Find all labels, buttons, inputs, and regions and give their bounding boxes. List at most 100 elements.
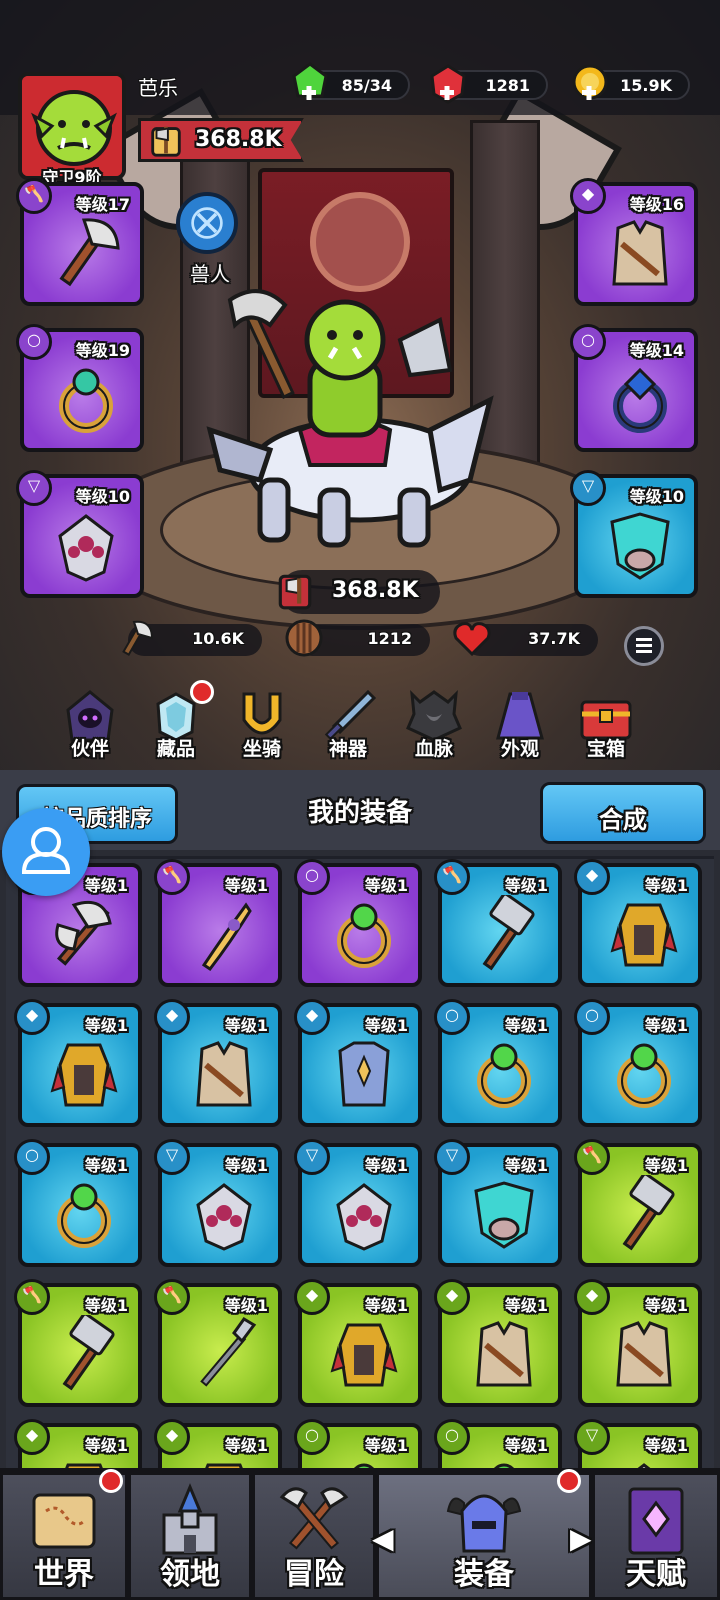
menu-appearance[interactable]: 外观	[480, 688, 560, 768]
hammer-icon	[482, 895, 535, 971]
inventory-item[interactable]: ◆ 等级1	[574, 1279, 702, 1407]
menu-chest[interactable]: 宝箱	[566, 688, 646, 768]
item-level: 等级1	[224, 1296, 268, 1315]
nav-territory[interactable]: 领地	[128, 1472, 252, 1600]
item-level: 等级1	[364, 876, 408, 895]
item-level: 等级1	[364, 1296, 408, 1315]
inventory-item[interactable]: ▽ 等级1	[154, 1139, 282, 1267]
gold-plus-icon[interactable]	[568, 62, 612, 106]
armor-type-icon: ◆	[294, 999, 330, 1035]
item-level: 等级1	[224, 1016, 268, 1035]
ring-icon	[59, 368, 113, 433]
inventory-item[interactable]: ▽ 等级1	[434, 1139, 562, 1267]
inventory-item[interactable]: ◆ 等级1	[434, 1279, 562, 1407]
ring-type-icon: ○	[434, 1419, 470, 1455]
necklace-type-icon: ▽	[154, 1139, 190, 1175]
axe-shield-icon	[278, 574, 312, 610]
stats-detail-button[interactable]	[624, 626, 664, 666]
menu-collection[interactable]: 藏品	[136, 680, 216, 768]
ring-icon	[337, 903, 391, 968]
inventory-item[interactable]: ◆ 等级1	[154, 999, 282, 1127]
gem-counter[interactable]: 1281	[430, 64, 548, 104]
menu-artifact[interactable]: 神器	[308, 688, 388, 768]
necklace-type-icon: ▽	[434, 1139, 470, 1175]
floating-profile-button[interactable]	[2, 808, 90, 896]
orc-face-icon	[22, 76, 122, 176]
menu-partner[interactable]: 伙伴	[50, 688, 130, 768]
weapon-type-icon: 🪓	[434, 859, 470, 895]
menu-bloodline[interactable]: 血脉	[394, 688, 474, 768]
nav-world[interactable]: 世界	[0, 1469, 128, 1600]
attack-value: 10.6K	[192, 629, 244, 648]
inventory-item[interactable]: ○ 等级1	[14, 1139, 142, 1267]
hp-value: 37.7K	[528, 629, 580, 648]
inventory-item[interactable]: ◆ 等级1	[154, 1419, 282, 1470]
nav-equipment[interactable]: 装备	[376, 1469, 592, 1600]
inventory-item[interactable]: ◆ 等级1	[294, 999, 422, 1127]
hammer-icon	[622, 1175, 675, 1251]
menu-label: 宝箱	[586, 738, 625, 760]
armor-type-icon: ◆	[574, 1279, 610, 1315]
armor-icon	[330, 1323, 398, 1387]
inventory-item[interactable]: ◆ 等级1	[294, 1279, 422, 1407]
slot-level: 等级10	[75, 487, 130, 506]
equipped-necklace-slot[interactable]: ▽ 等级10	[16, 470, 144, 598]
item-level: 等级1	[644, 876, 688, 895]
equipped-helmet-slot[interactable]: ▽ 等级10	[570, 470, 698, 598]
inventory-item[interactable]: ◆ 等级1	[574, 859, 702, 987]
nav-label: 领地	[160, 1557, 220, 1592]
item-level: 等级1	[224, 1436, 268, 1455]
inventory-item[interactable]: ○ 等级1	[294, 1419, 422, 1470]
equipped-armor-slot[interactable]: ◆ 等级16	[570, 178, 698, 306]
inventory-item[interactable]: ○ 等级1	[294, 859, 422, 987]
gem-value: 1281	[485, 76, 530, 95]
race-orc-icon[interactable]	[176, 192, 238, 254]
arrow-left-icon: ◀	[372, 1522, 394, 1555]
energy-counter[interactable]: 85/34	[292, 62, 410, 100]
merge-button[interactable]: 合成	[540, 782, 706, 844]
menu-mount[interactable]: 坐骑	[222, 688, 302, 768]
vest-icon	[476, 1321, 532, 1387]
nav-adventure[interactable]: 冒险	[252, 1472, 376, 1600]
item-level: 等级1	[84, 1156, 128, 1175]
inventory-item[interactable]: 🪓 等级1	[154, 859, 282, 987]
inventory-title: 我的装备	[307, 798, 412, 828]
inventory-item[interactable]: ◆ 等级1	[14, 999, 142, 1127]
ring-icon	[613, 367, 667, 433]
inventory-item[interactable]: ○ 等级1	[574, 999, 702, 1127]
slot-level: 等级16	[629, 195, 684, 214]
item-level: 等级1	[364, 1156, 408, 1175]
defense-value: 1212	[367, 629, 412, 648]
inventory-item[interactable]: ○ 等级1	[434, 1419, 562, 1470]
gold-counter[interactable]: 15.9K	[572, 64, 690, 100]
slot-level: 等级19	[75, 341, 130, 360]
inventory-item[interactable]: 🪓 等级1	[434, 859, 562, 987]
weapon-type-icon: 🪓	[14, 1279, 50, 1315]
inventory-item[interactable]: ○ 等级1	[434, 999, 562, 1127]
axe-icon	[59, 218, 120, 287]
inventory-item[interactable]: ▽ 等级1	[294, 1139, 422, 1267]
orc-hero-on-wolf[interactable]	[200, 280, 500, 560]
necklace-type-icon: ▽	[574, 1419, 610, 1455]
gem-plus-icon[interactable]	[426, 62, 470, 106]
item-level: 等级1	[644, 1016, 688, 1035]
armor-type-icon: ◆	[14, 1419, 50, 1455]
nav-talent[interactable]: 天赋	[592, 1472, 720, 1600]
inventory-item[interactable]: 🪓 等级1	[154, 1279, 282, 1407]
menu-label: 血脉	[414, 738, 453, 760]
inventory-item[interactable]: ▽ 等级1	[574, 1419, 702, 1470]
energy-plus-icon[interactable]	[288, 62, 332, 106]
armor-type-icon: ◆	[434, 1279, 470, 1315]
inventory-item[interactable]: ◆ 等级1	[14, 1419, 142, 1470]
axe-shield-icon	[151, 126, 181, 157]
equipped-ring2-slot[interactable]: ○ 等级14	[570, 324, 698, 452]
total-power-display: 368.8K	[278, 570, 440, 614]
list-icon	[636, 638, 652, 653]
ring-type-icon: ○	[294, 1419, 330, 1455]
equipped-weapon-slot[interactable]: 🪓 等级17	[16, 178, 144, 306]
inventory-item[interactable]: 🪓 等级1	[14, 1279, 142, 1407]
ring-type-icon: ○	[570, 324, 606, 360]
equipped-ring-slot[interactable]: ○ 等级19	[16, 324, 144, 452]
inventory-item[interactable]: 🪓 等级1	[574, 1139, 702, 1267]
amulet-icon	[58, 514, 114, 582]
